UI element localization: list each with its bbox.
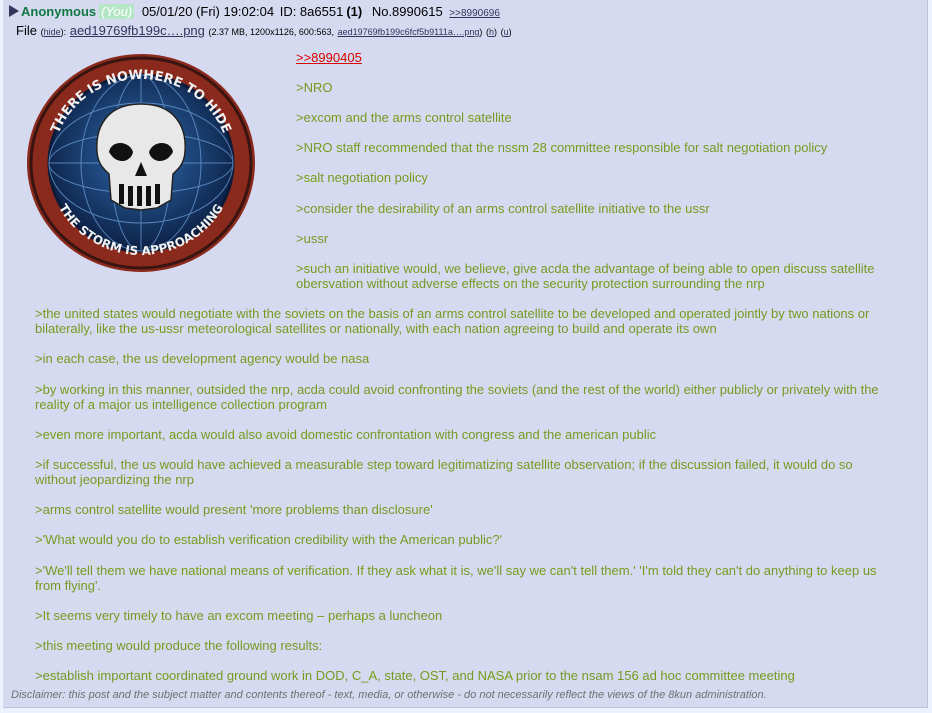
post-menu-triangle-icon[interactable] [9,5,19,17]
file-name-link[interactable]: aed19769fb199c….png [70,23,205,38]
greentext-line: >such an initiative would, we believe, g… [296,261,875,291]
post-datetime: 05/01/20 (Fri) 19:02:04 [141,4,275,19]
post-number[interactable]: No.8990615 [372,4,443,19]
greentext-line: >the united states would negotiate with … [35,306,870,336]
hide-file-link[interactable]: hide [44,27,61,37]
file-label: File [16,23,37,38]
greentext-line: >arms control satellite would present 'm… [35,502,433,517]
you-badge: (You) [99,4,135,19]
poster-id[interactable]: ID: 8a6551 [280,4,344,19]
greentext-line: >ussr [296,231,329,246]
greentext-line: >consider the desirability of an arms co… [296,201,710,216]
greentext-line: >by working in this manner, outsided the… [35,382,879,412]
greentext-line: >'We'll tell them we have national means… [35,563,877,593]
greentext-line: >even more important, acda would also av… [35,427,657,442]
poster-name: Anonymous [21,4,97,19]
post-thumbnail-image[interactable]: THERE IS NOWHERE TO HIDE THE STORM IS AP… [25,52,257,274]
greentext-line: >this meeting would produce the followin… [35,638,323,653]
greentext-line: >establish important coordinated ground … [35,668,795,683]
greentext-line: >'What would you do to establish verific… [35,532,503,547]
file-full-name-link[interactable]: aed19769fb199c6fcf5b9111a….png [338,27,480,37]
greentext-line: >NRO staff recommended that the nssm 28 … [296,140,828,155]
disclaimer: Disclaimer: this post and the subject ma… [11,689,767,701]
id-post-count: (1) [346,4,363,19]
post-intro: Anonymous (You) 05/01/20 (Fri) 19:02:04 I… [9,4,500,19]
greentext-line: >if successful, the us would have achiev… [35,457,853,487]
greentext-line: >excom and the arms control satellite [296,110,512,125]
greentext-line: >It seems very timely to have an excom m… [35,608,443,623]
greentext-line: >salt negotiation policy [296,170,428,185]
greentext-line: >in each case, the us development agency… [35,351,370,366]
post-container: Anonymous (You) 05/01/20 (Fri) 19:02:04 I… [3,0,928,708]
greentext-line: >NRO [296,80,333,95]
file-info: File (hide): aed19769fb199c….png (2.37 M… [16,23,512,38]
file-meta: (2.37 MB, 1200x1126, 600:563, [208,27,334,37]
reply-quote-link[interactable]: >>8990405 [296,50,362,65]
backlink[interactable]: >>8990696 [449,8,500,19]
